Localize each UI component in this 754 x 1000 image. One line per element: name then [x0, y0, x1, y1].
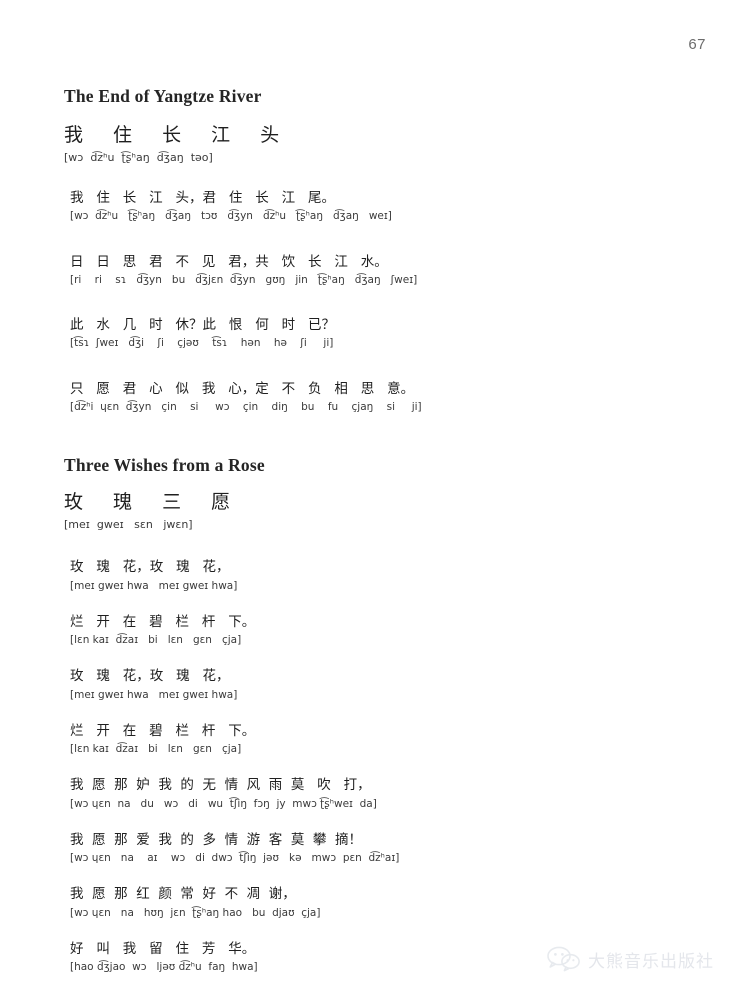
verse-hanzi: 我 愿 那 妒 我 的 无 情 风 雨 莫 吹 打， [70, 777, 371, 794]
publisher-watermark: 大熊音乐出版社 [547, 946, 714, 972]
verse-ipa: [wɔ ɥɛn na du wɔ di wu t͡ʃiŋ fɔŋ jy mwɔ … [70, 797, 377, 810]
verse-line: 玫 瑰 花，玫 瑰 花， [meɪ gweɪ hwa meɪ gweɪ hwa] [64, 557, 684, 594]
verse-hanzi: 烂 开 在 碧 栏 杆 下。 [70, 722, 256, 739]
verse-ipa: [d͡zʰi ɥɛn d͡ʒyn çin si wɔ çin diŋ bu fu… [70, 400, 422, 413]
verse-line: 玫 瑰 花，玫 瑰 花， [meɪ gweɪ hwa meɪ gweɪ hwa] [64, 666, 684, 703]
verse-hanzi: 我 愿 那 爱 我 的 多 情 游 客 莫 攀 摘！ [70, 831, 362, 848]
verse-line: 此 水 几 时 休？此 恨 何 时 已？ [t͡sɿ ʃweɪ d͡ʒi ʃi … [64, 315, 684, 352]
verse-line: 烂 开 在 碧 栏 杆 下。 [lɛn kaɪ d͡zaɪ bi lɛn gɛn… [64, 721, 684, 758]
verse-line: 日 日 思 君 不 见 君，共 饮 长 江 水。 [ri ri sɿ d͡ʒyn… [64, 252, 684, 289]
verse-hanzi: 只 愿 君 心 似 我 心，定 不 负 相 思 意。 [70, 380, 415, 397]
verse-ipa: [meɪ gweɪ hwa meɪ gweɪ hwa] [70, 579, 238, 592]
verse-hanzi: 玫 瑰 花，玫 瑰 花， [70, 668, 230, 685]
verse-line: 烂 开 在 碧 栏 杆 下。 [lɛn kaɪ d͡zaɪ bi lɛn gɛn… [64, 612, 684, 649]
verse-hanzi: 此 水 几 时 休？此 恨 何 时 已？ [70, 317, 335, 334]
verse-line: 我 住 长 江 头，君 住 长 江 尾。 [wɔ d͡zʰu ʈ͡ʂʰaŋ d͡… [64, 188, 684, 225]
document-page: 67 The End of Yangtze River 我 住 长 江 头 [w… [0, 0, 754, 1000]
verse-line: 我 愿 那 红 颜 常 好 不 凋 谢， [wɔ ɥɛn na hʊŋ jɛn … [64, 884, 684, 921]
song-section-2: Three Wishes from a Rose 玫 瑰 三 愿 [meɪ gw… [64, 455, 684, 975]
song-title-english-2: Three Wishes from a Rose [64, 455, 265, 476]
song-heading-1: 我 住 长 江 头 [wɔ d͡zʰu ʈ͡ʂʰaŋ d͡ʒaŋ təo] [64, 123, 684, 166]
page-number: 67 [688, 36, 706, 53]
verse-ipa: [lɛn kaɪ d͡zaɪ bi lɛn gɛn çja] [70, 743, 242, 756]
song-heading-hanzi-2: 玫 瑰 三 愿 [64, 491, 243, 514]
song-title-english-1: The End of Yangtze River [64, 86, 262, 106]
verse-ipa: [t͡sɿ ʃweɪ d͡ʒi ʃi çjəʊ t͡sɿ hən hə ʃi j… [70, 337, 334, 350]
verse-hanzi: 我 住 长 江 头，君 住 长 江 尾。 [70, 190, 335, 207]
song-section-1: The End of Yangtze River 我 住 长 江 头 [wɔ d… [64, 86, 684, 415]
page-content: The End of Yangtze River 我 住 长 江 头 [wɔ d… [64, 86, 684, 993]
song-heading-ipa-2: [meɪ gweɪ sɛn jwɛn] [64, 517, 193, 531]
verse-line: 只 愿 君 心 似 我 心，定 不 负 相 思 意。 [d͡zʰi ɥɛn d͡… [64, 379, 684, 416]
song-heading-ipa-1: [wɔ d͡zʰu ʈ͡ʂʰaŋ d͡ʒaŋ təo] [64, 150, 213, 164]
verse-ipa: [ri ri sɿ d͡ʒyn bu d͡ʒjɛn d͡ʒyn gʊŋ jin … [70, 273, 418, 286]
verse-ipa: [wɔ d͡zʰu ʈ͡ʂʰaŋ d͡ʒaŋ tɔʊ d͡ʒyn d͡zʰu ʈ… [70, 210, 392, 223]
verse-hanzi: 日 日 思 君 不 见 君，共 饮 长 江 水。 [70, 253, 388, 270]
verse-ipa: [wɔ ɥɛn na hʊŋ jɛn ʈ͡ʂʰaŋ hao bu djaʊ çj… [70, 906, 321, 919]
watermark-text: 大熊音乐出版社 [588, 951, 714, 972]
song-heading-hanzi-1: 我 住 长 江 头 [64, 124, 292, 146]
verse-line: 我 愿 那 爱 我 的 多 情 游 客 莫 攀 摘！ [wɔ ɥɛn na aɪ… [64, 830, 684, 867]
verse-line: 我 愿 那 妒 我 的 无 情 风 雨 莫 吹 打， [wɔ ɥɛn na du… [64, 775, 684, 812]
verse-ipa: [meɪ gweɪ hwa meɪ gweɪ hwa] [70, 688, 238, 701]
verse-hanzi: 烂 开 在 碧 栏 杆 下。 [70, 613, 256, 630]
verse-ipa: [wɔ ɥɛn na aɪ wɔ di dwɔ t͡ʃiŋ jəʊ kə mwɔ… [70, 852, 400, 865]
wechat-icon [547, 946, 580, 972]
verse-ipa: [lɛn kaɪ d͡zaɪ bi lɛn gɛn çja] [70, 634, 242, 647]
song-heading-2: 玫 瑰 三 愿 [meɪ gweɪ sɛn jwɛn] [64, 490, 684, 533]
verse-hanzi: 我 愿 那 红 颜 常 好 不 凋 谢， [70, 886, 296, 903]
verse-hanzi: 玫 瑰 花，玫 瑰 花， [70, 559, 230, 576]
